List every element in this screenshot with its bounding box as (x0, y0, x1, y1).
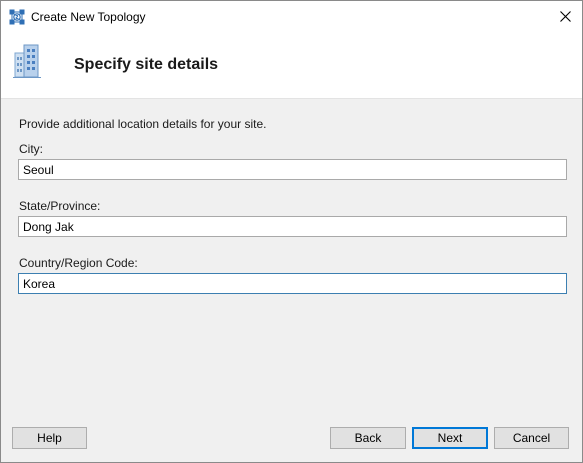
topology-app-icon (9, 9, 25, 25)
window-title: Create New Topology (31, 10, 146, 24)
close-icon (559, 11, 571, 22)
help-button[interactable]: Help (12, 427, 87, 449)
create-new-topology-dialog: Create New Topology Specify site details… (0, 0, 583, 463)
building-icon (13, 44, 41, 78)
next-button[interactable]: Next (412, 427, 488, 449)
close-button[interactable] (548, 1, 582, 32)
cancel-button[interactable]: Cancel (494, 427, 569, 449)
city-field[interactable] (18, 159, 567, 180)
country-region-code-field[interactable] (18, 273, 567, 294)
state-province-field[interactable] (18, 216, 567, 237)
header-divider (1, 98, 582, 99)
title-bar: Create New Topology (1, 1, 582, 32)
page-header: Specify site details (1, 32, 582, 98)
instructions-text: Provide additional location details for … (19, 117, 267, 131)
state-province-label: State/Province: (19, 199, 101, 213)
back-button[interactable]: Back (330, 427, 406, 449)
city-label: City: (19, 142, 43, 156)
page-title: Specify site details (74, 56, 219, 73)
country-region-code-label: Country/Region Code: (19, 256, 138, 270)
